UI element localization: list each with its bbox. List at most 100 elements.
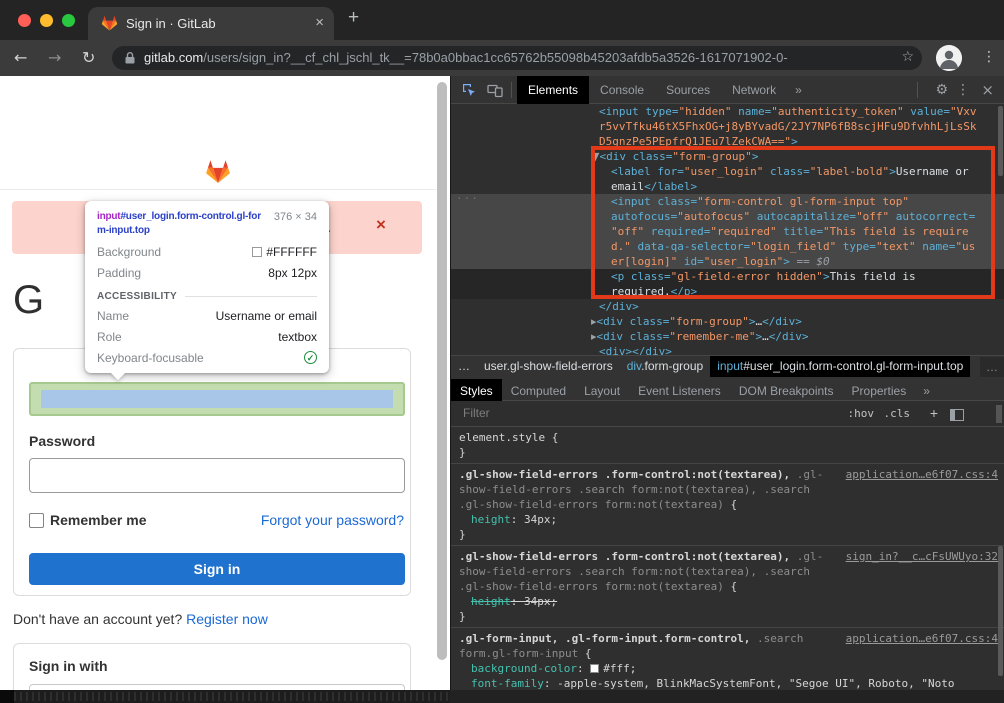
register-row: Don't have an account yet? Register now <box>13 611 268 627</box>
devtools-tab-sources[interactable]: Sources <box>655 76 721 104</box>
css-line[interactable]: .gl-form-input, .gl-form-input.form-cont… <box>451 631 1004 646</box>
dom-gutter-ellipsis: ··· <box>456 192 479 205</box>
address-bar[interactable]: gitlab.com/users/sign_in?__cf_chl_jschl_… <box>112 46 922 70</box>
filter-scroll-thumb <box>996 405 1002 423</box>
window-minimize-button[interactable] <box>40 14 53 27</box>
devtools-panel: ElementsConsoleSourcesNetwork» ⚙ ⋮ × <in… <box>450 76 1004 690</box>
alert-close-icon[interactable]: × <box>376 215 386 235</box>
devtools-tab-network[interactable]: Network <box>721 76 787 104</box>
dom-tree-line[interactable]: r5vvTfku46tX5FhxOG+j8yBYvadG/2JY7NP6fB8s… <box>451 119 1004 134</box>
browser-tab[interactable]: Sign in · GitLab × <box>88 7 334 40</box>
dom-scrollbar[interactable] <box>998 106 1003 176</box>
forgot-password-link[interactable]: Forgot your password? <box>261 512 404 528</box>
tooltip-role-row: Role textbox <box>85 330 329 344</box>
window-close-button[interactable] <box>18 14 31 27</box>
tooltip-padding-row: Padding 8px 12px <box>85 266 329 280</box>
toolbar-divider-right <box>917 82 918 98</box>
styles-tab-strip: StylesComputedLayoutEvent ListenersDOM B… <box>451 377 1004 401</box>
register-now-link[interactable]: Register now <box>186 611 268 627</box>
panel-tab-event-listeners[interactable]: Event Listeners <box>629 379 730 403</box>
css-line[interactable]: .gl-show-field-errors .form-control:not(… <box>451 467 1004 482</box>
css-line[interactable]: element.style { <box>451 430 1004 445</box>
panel-tab-layout[interactable]: Layout <box>575 379 629 403</box>
styles-pane: element.style {} .gl-show-field-errors .f… <box>451 427 1004 690</box>
css-line[interactable]: background-color: #fff; <box>451 661 1004 676</box>
color-swatch <box>252 247 262 257</box>
css-line[interactable]: show-field-errors .search form:not(texta… <box>451 482 1004 497</box>
css-line[interactable]: font-family: -apple-system, BlinkMacSyst… <box>451 676 1004 690</box>
tooltip-keyboard-row: Keyboard-focusable ✓ <box>85 351 329 365</box>
css-rule-section: .gl-show-field-errors .form-control:not(… <box>451 546 1004 628</box>
toggle-class-button[interactable]: .cls <box>884 401 911 426</box>
inspect-highlight-content <box>41 390 393 408</box>
back-button[interactable]: ← <box>14 48 27 67</box>
css-line[interactable]: .gl-show-field-errors form:not(textarea)… <box>451 497 1004 512</box>
forward-button[interactable]: → <box>48 48 61 67</box>
remember-me-checkbox[interactable] <box>29 513 44 528</box>
bottom-cutoff-strip <box>0 690 1004 703</box>
devtools-tab-overflow[interactable]: » <box>787 76 810 104</box>
styles-scrollbar[interactable] <box>998 546 1003 676</box>
devtools-tab-console[interactable]: Console <box>589 76 655 104</box>
css-source-link[interactable]: application…e6f07.css:4 <box>846 467 998 482</box>
device-toolbar-icon[interactable] <box>487 82 503 98</box>
toggle-hover-state-button[interactable]: :hov <box>848 401 875 426</box>
breadcrumb-item[interactable]: user.gl-show-field-errors <box>477 356 620 377</box>
breadcrumb-item[interactable]: … <box>451 356 477 377</box>
breadcrumb-item[interactable]: input#user_login.form-control.gl-form-in… <box>710 356 970 377</box>
devtools-tab-elements[interactable]: Elements <box>517 76 589 104</box>
username-input[interactable] <box>29 382 405 416</box>
dom-tree-line[interactable]: <div></div> <box>451 344 1004 355</box>
browser-window: Sign in · GitLab × + ← → ↻ gitlab.com/us… <box>0 0 1004 703</box>
gitlab-logo-icon <box>205 159 231 184</box>
new-style-rule-button[interactable]: + <box>930 401 938 426</box>
css-line[interactable]: height: 34px; <box>451 594 1004 609</box>
css-rule-section: element.style {} <box>451 427 1004 464</box>
css-line[interactable]: .gl-show-field-errors .form-control:not(… <box>451 549 1004 564</box>
filter-input[interactable]: Filter <box>463 401 490 426</box>
window-titlebar: Sign in · GitLab × + <box>0 0 1004 40</box>
panel-tab-dom-breakpoints[interactable]: DOM Breakpoints <box>730 379 843 403</box>
devtools-menu-icon[interactable]: ⋮ <box>956 76 970 104</box>
dom-tree-line[interactable]: ▸<div class="remember-me">…</div> <box>451 329 1004 344</box>
css-rule-section: .gl-show-field-errors .form-control:not(… <box>451 464 1004 546</box>
profile-avatar[interactable] <box>936 45 962 71</box>
tooltip-name-row: Name Username or email <box>85 309 329 323</box>
css-source-link[interactable]: sign_in?__c…cFsUWUyo:32 <box>846 549 998 564</box>
page-scrollbar[interactable] <box>437 82 447 660</box>
panel-tab-styles[interactable]: Styles <box>451 379 502 403</box>
new-tab-button[interactable]: + <box>348 7 359 29</box>
sign-in-button[interactable]: Sign in <box>29 553 405 585</box>
panel-tab-computed[interactable]: Computed <box>502 379 575 403</box>
register-prefix: Don't have an account yet? <box>13 611 186 627</box>
password-input[interactable] <box>29 458 405 493</box>
breadcrumb-item[interactable]: div.form-group <box>620 356 710 377</box>
breadcrumb-overflow[interactable]: … <box>980 357 1004 377</box>
devtools-close-icon[interactable]: × <box>981 76 994 104</box>
css-line[interactable]: } <box>451 445 1004 460</box>
panel-tab-properties[interactable]: Properties <box>843 379 916 403</box>
window-zoom-button[interactable] <box>62 14 75 27</box>
dom-tree-line[interactable]: <input type="hidden" name="authenticity_… <box>451 104 1004 119</box>
css-line[interactable]: form.gl-form-input { <box>451 646 1004 661</box>
inspect-element-icon[interactable] <box>461 82 477 98</box>
bookmark-star-icon[interactable]: ☆ <box>901 49 914 65</box>
css-line[interactable]: show-field-errors .search form:not(texta… <box>451 564 1004 579</box>
reload-button[interactable]: ↻ <box>82 48 95 67</box>
css-line[interactable]: .gl-show-field-errors form:not(textarea)… <box>451 579 1004 594</box>
css-line[interactable]: } <box>451 609 1004 624</box>
dom-tree-line[interactable]: </div> <box>451 299 1004 314</box>
dock-sidebar-icon[interactable] <box>950 409 964 421</box>
page-heading: G <box>13 278 44 323</box>
tooltip-background-row: Background #FFFFFF <box>85 245 329 259</box>
css-source-link[interactable]: application…e6f07.css:4 <box>846 631 998 646</box>
css-line[interactable]: height: 34px; <box>451 512 1004 527</box>
devtools-settings-icon[interactable]: ⚙ <box>935 76 948 104</box>
browser-menu-icon[interactable]: ⋮ <box>982 49 996 65</box>
css-line[interactable]: } <box>451 527 1004 542</box>
tab-close-icon[interactable]: × <box>315 14 324 31</box>
toolbar-divider <box>511 82 512 98</box>
tooltip-accessibility-header: ACCESSIBILITY <box>85 291 329 302</box>
css-rule-section: .gl-form-input, .gl-form-input.form-cont… <box>451 628 1004 690</box>
dom-tree-line[interactable]: ▸<div class="form-group">…</div> <box>451 314 1004 329</box>
